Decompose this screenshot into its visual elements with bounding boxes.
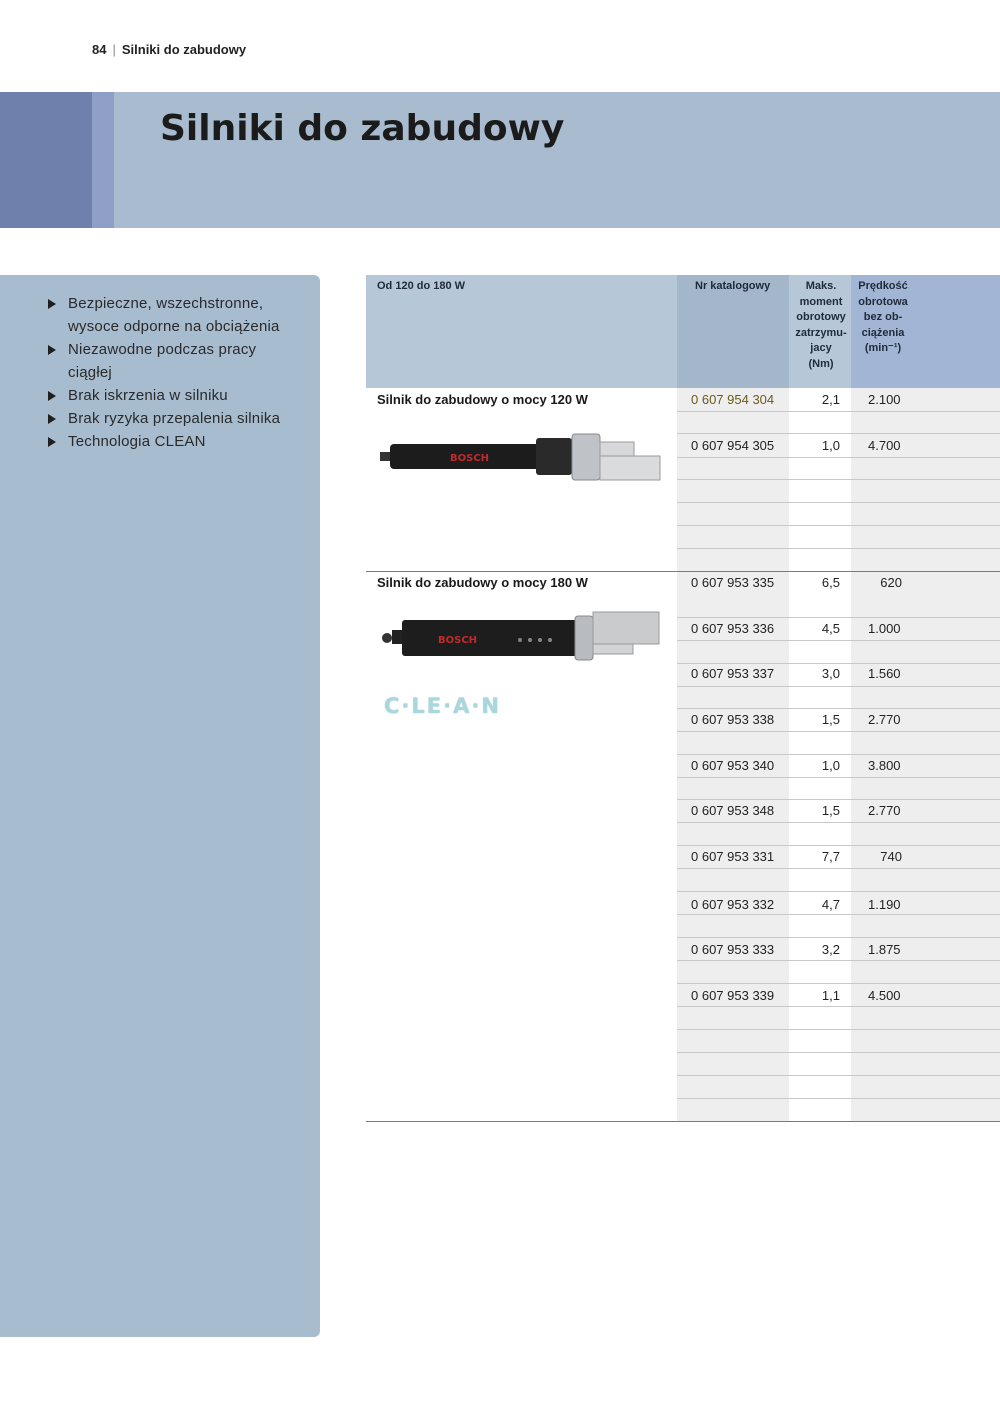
torque-cell: 7,7 [821, 849, 840, 864]
speed-cell: 1.875 [868, 942, 901, 957]
row-line [677, 548, 1000, 549]
page-number: 84 [92, 42, 107, 57]
speed-cell: 2.770 [868, 803, 901, 818]
catalog-cell: 0 607 953 335 [691, 575, 775, 590]
header-torque-label: Maks. moment obrotowy zatrzymu- jacy (Nm… [795, 280, 847, 370]
triangle-bullet-icon [48, 414, 56, 424]
catalog-cell: 0 607 953 332 [691, 897, 775, 912]
feature-item: Brak ryzyka przepalenia silnika [48, 407, 280, 430]
banner-accent-light [92, 92, 114, 228]
catalog-cell: 0 607 954 305 [691, 438, 775, 453]
catalog-cell: 0 607 953 337 [691, 666, 775, 681]
row-line [677, 1075, 1000, 1076]
feature-item: Brak iskrzenia w silniku [48, 384, 280, 407]
row-line [677, 502, 1000, 503]
torque-cell: 6,5 [821, 575, 840, 590]
catalog-cell: 0 607 953 331 [691, 849, 775, 864]
feature-item: wysoce odporne na obciążenia [68, 318, 280, 335]
torque-cell: 1,0 [821, 758, 840, 773]
row-line [677, 754, 1000, 755]
speed-cell: 1.190 [868, 897, 901, 912]
row-line [677, 617, 1000, 618]
row-line [677, 1029, 1000, 1030]
row-line [677, 479, 1000, 480]
catalog-cell: 0 607 953 340 [691, 758, 775, 773]
torque-cell: 1,1 [821, 988, 840, 1003]
speed-cell: 1.000 [868, 621, 901, 636]
triangle-bullet-icon [48, 437, 56, 447]
header-speed-label: Prędkość obrotowa bez ob- ciążenia (min⁻… [858, 280, 908, 354]
clean-technology-logo: C·LE·A·N [384, 694, 501, 718]
triangle-bullet-icon [48, 391, 56, 401]
row-line [677, 937, 1000, 938]
row-line [677, 777, 1000, 778]
torque-cell: 4,7 [821, 897, 840, 912]
row-line [677, 1052, 1000, 1053]
bosch-logo-text: BOSCH [438, 635, 477, 646]
torque-cell: 3,0 [821, 666, 840, 681]
feature-item: Niezawodne podczas pracy [48, 338, 280, 361]
banner-accent-dark [0, 92, 92, 228]
triangle-bullet-icon [48, 345, 56, 355]
row-line [677, 799, 1000, 800]
bosch-motor-180w-image: BOSCH [382, 611, 660, 661]
row-line [677, 891, 1000, 892]
row-line [677, 960, 1000, 961]
torque-cell: 3,2 [821, 942, 840, 957]
row-line [677, 1006, 1000, 1007]
row-line [677, 457, 1000, 458]
section-divider [366, 571, 1000, 572]
row-line [677, 731, 1000, 732]
row-line [677, 868, 1000, 869]
catalog-cell: 0 607 953 338 [691, 712, 775, 727]
speed-cell: 2.770 [868, 712, 901, 727]
table-bottom-rule [366, 1121, 1000, 1122]
catalog-cell: 0 607 953 336 [691, 621, 775, 636]
row-line [677, 640, 1000, 641]
torque-cell: 1,0 [821, 438, 840, 453]
section-title-180w: Silnik do zabudowy o mocy 180 W [377, 575, 588, 590]
row-line [677, 663, 1000, 664]
speed-cell: 4.500 [868, 988, 901, 1003]
header-catalog-label: Nr katalogowy [695, 280, 771, 292]
feature-item: Bezpieczne, wszechstronne, [48, 292, 280, 315]
section-title-120w: Silnik do zabudowy o mocy 120 W [377, 392, 588, 407]
catalog-cell: 0 607 953 339 [691, 988, 775, 1003]
speed-cell: 620 [880, 575, 902, 590]
triangle-bullet-icon [48, 299, 56, 309]
running-head-separator: | [112, 42, 116, 57]
row-line [677, 914, 1000, 915]
torque-cell: 1,5 [821, 712, 840, 727]
page-title: Silniki do zabudowy [160, 108, 565, 149]
speed-cell: 2.100 [868, 392, 901, 407]
speed-cell: 3.800 [868, 758, 901, 773]
speed-cell: 740 [880, 849, 902, 864]
torque-cell: 4,5 [821, 621, 840, 636]
row-line [677, 686, 1000, 687]
torque-cell: 1,5 [821, 803, 840, 818]
bosch-logo-text: BOSCH [450, 453, 489, 464]
catalog-cell: 0 607 954 304 [691, 392, 775, 407]
row-line [677, 983, 1000, 984]
catalog-cell: 0 607 953 348 [691, 803, 775, 818]
torque-cell: 2,1 [821, 392, 840, 407]
row-line [677, 822, 1000, 823]
feature-item: ciągłej [68, 364, 112, 381]
speed-cell: 1.560 [868, 666, 901, 681]
catalog-cell: 0 607 953 333 [691, 942, 775, 957]
row-line [677, 708, 1000, 709]
row-line [677, 1098, 1000, 1099]
feature-item: Technologia CLEAN [48, 430, 280, 453]
row-line [677, 525, 1000, 526]
row-line [677, 845, 1000, 846]
speed-cell: 4.700 [868, 438, 901, 453]
running-head: 84 | Silniki do zabudowy [92, 42, 246, 57]
bosch-motor-120w-image: BOSCH [380, 433, 661, 481]
row-line [677, 411, 1000, 412]
running-head-section: Silniki do zabudowy [121, 42, 247, 57]
feature-list: Bezpieczne, wszechstronne, wysoce odporn… [48, 292, 280, 453]
row-line [677, 433, 1000, 434]
header-range-label: Od 120 do 180 W [377, 280, 466, 292]
